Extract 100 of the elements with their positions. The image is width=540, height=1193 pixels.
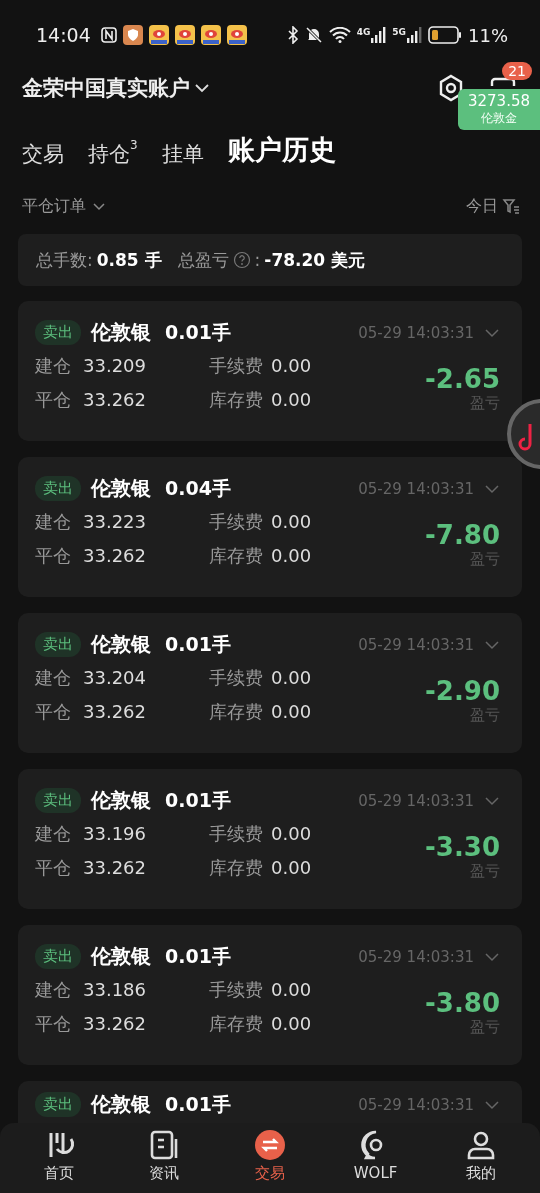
field-value: 33.262 [83,1012,147,1034]
account-selector[interactable]: 金荣中国真实账户 [22,74,210,102]
field-label: 手续费 [209,666,264,690]
floating-button-icon[interactable] [506,398,540,470]
field-value: 0.00 [271,388,313,410]
field-value: 0.00 [271,700,313,722]
side-tag: 卖出 [35,1092,81,1117]
order-time: 05-29 14:03:31 [358,1095,474,1114]
nav-item[interactable]: 首页 [18,1123,99,1193]
field-label: 手续费 [209,354,264,378]
field-value: 33.196 [83,823,147,844]
order-time: 05-29 14:03:31 [358,323,474,342]
field-value: 33.262 [83,700,147,722]
side-tag: 卖出 [35,476,81,501]
order-lots: 0.01手 [165,1091,231,1117]
order-type-dropdown[interactable]: 平仓订单 [22,195,106,217]
eye-app-icon [148,25,169,45]
field-label: 库存费 [209,543,264,568]
nav-item[interactable]: 资讯 [124,1123,205,1193]
chevron-down-icon[interactable] [484,1099,500,1110]
swap-arrows-icon [254,1129,286,1161]
help-icon[interactable] [232,251,251,269]
signal-icon [370,27,387,43]
notification-badge: 21 [502,62,532,80]
field-value: 0.00 [271,667,313,688]
field-value: 33.204 [83,667,147,688]
eye-app-icon [174,25,195,45]
field-value: 33.262 [83,388,147,410]
order-symbol: 伦敦银 [91,319,151,346]
order-lots: 0.01手 [165,787,231,813]
eye-app-icon [226,25,247,45]
chevron-down-icon [92,201,106,211]
field-label: 平仓 [35,543,72,568]
order-card[interactable]: 卖出 伦敦银 0.01手 05-29 14:03:31 [18,1081,522,1124]
side-tag: 卖出 [35,944,81,969]
field-value: 0.00 [271,355,313,376]
chevron-down-icon[interactable] [484,951,500,962]
network-label: 4G [356,27,371,37]
chevron-down-icon[interactable] [484,483,500,494]
field-label: 建仓 [35,354,72,378]
summary-value: 0.85 手 [96,248,162,272]
profit-loss-value: -3.30 [425,832,500,862]
order-time: 05-29 14:03:31 [358,635,474,654]
order-symbol: 伦敦银 [91,475,151,502]
status-time: 14:04 [36,24,91,46]
field-value: 0.00 [271,979,313,1000]
tab[interactable]: 持仓$^{3}$ [88,140,138,168]
field-value: 33.223 [83,511,147,532]
order-time: 05-29 14:03:31 [358,947,474,966]
order-lots: 0.01手 [165,631,231,657]
field-label: 手续费 [209,510,264,534]
order-symbol: 伦敦银 [91,1091,151,1118]
order-lots: 0.04手 [165,475,231,501]
nav-item[interactable]: 我的 [441,1123,522,1193]
order-lots: 0.01手 [165,319,231,345]
field-value: 0.00 [271,544,313,566]
field-label: 建仓 [35,978,72,1002]
field-value: 33.262 [83,856,147,878]
profit-loss-value: -7.80 [425,520,500,550]
field-label: 平仓 [35,855,72,880]
price-symbol: 伦敦金 [481,110,517,127]
field-value: 33.186 [83,979,147,1000]
bell-muted-icon [304,26,323,44]
chevron-down-icon[interactable] [484,795,500,806]
eye-app-icon [200,25,221,45]
field-label: 手续费 [209,978,264,1002]
field-value: 0.00 [271,856,313,878]
order-symbol: 伦敦银 [91,943,151,970]
chevron-down-icon[interactable] [484,639,500,650]
field-value: 33.262 [83,544,147,566]
order-symbol: 伦敦银 [91,631,151,658]
chevron-down-icon[interactable] [484,327,500,338]
field-label: 平仓 [35,1011,72,1036]
price-value: 3273.58 [467,92,530,110]
field-label: 手续费 [209,822,264,846]
field-value: 0.00 [271,823,313,844]
bluetooth-icon [286,26,299,44]
battery-icon [428,26,462,44]
date-filter[interactable]: 今日 [466,195,498,217]
wifi-icon [328,27,351,43]
tab[interactable]: 交易 [22,140,64,168]
summary-colon: : [254,250,261,270]
field-value: 0.00 [271,1012,313,1034]
field-label: 建仓 [35,510,72,534]
field-label: 建仓 [35,822,72,846]
field-label: 建仓 [35,666,72,690]
summary-label: 总盈亏 [177,248,229,272]
tab[interactable]: 账户历史 [227,132,336,168]
side-tag: 卖出 [35,632,81,657]
summary-label: 总手数: [36,248,93,272]
nav-item[interactable]: 交易 [230,1123,310,1193]
field-value: 33.209 [83,355,147,376]
field-label: 库存费 [209,1011,264,1036]
nav-item[interactable]: WOLF [335,1123,416,1193]
battery-percent: 11% [468,24,508,46]
tab[interactable]: 挂单 [161,140,204,168]
filter-icon[interactable] [502,197,520,215]
order-symbol: 伦敦银 [91,787,151,814]
chevron-down-icon [194,83,210,93]
field-label: 库存费 [209,699,264,724]
